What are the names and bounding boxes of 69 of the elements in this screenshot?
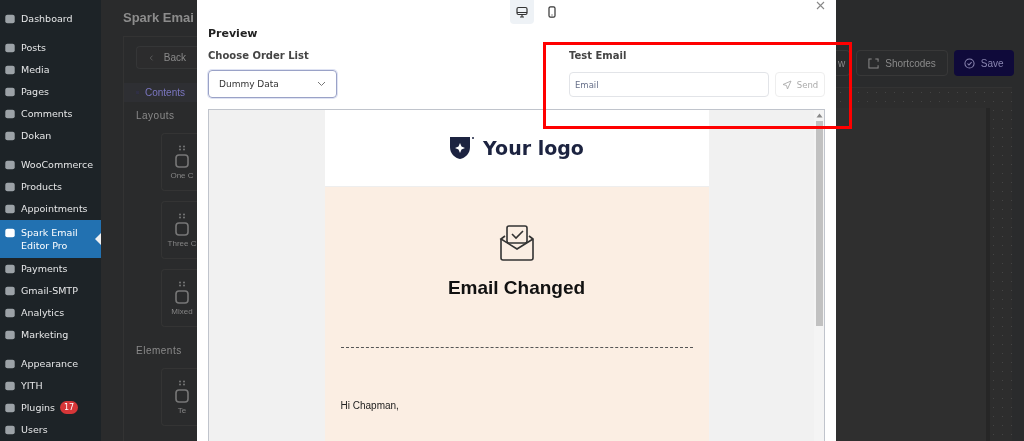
menu-icon: [4, 380, 16, 392]
sidebar-item[interactable]: Dokan: [0, 125, 101, 147]
page-title: Spark Emai: [123, 10, 195, 25]
sidebar-item[interactable]: Posts: [0, 37, 101, 59]
menu-icon: [4, 181, 16, 193]
back-button[interactable]: Back: [136, 46, 197, 69]
close-icon[interactable]: [816, 1, 825, 10]
menu-icon: [4, 13, 16, 25]
menu-icon: [4, 108, 16, 120]
layout-icon: [175, 221, 189, 236]
sidebar-item[interactable]: Analytics: [0, 302, 101, 324]
menu-icon: [4, 64, 16, 76]
menu-icon: [4, 307, 16, 319]
sidebar-item[interactable]: Comments: [0, 103, 101, 125]
menu-icon: [4, 424, 16, 436]
drag-handle-icon: [176, 280, 188, 287]
email-greeting: Hi Chapman,: [340, 400, 399, 411]
menu-icon: [4, 203, 16, 215]
sidebar-item[interactable]: Media: [0, 59, 101, 81]
sidebar-item[interactable]: Appearance: [0, 353, 101, 375]
field-label: Choose Order List: [208, 50, 310, 61]
layout-icon: [175, 153, 189, 168]
sidebar-item[interactable]: Payments: [0, 258, 101, 280]
scroll-up-arrow-icon[interactable]: [815, 113, 823, 118]
sidebar-item[interactable]: Dashboard: [0, 8, 101, 30]
menu-icon: [4, 227, 16, 239]
phone-icon: [545, 6, 558, 18]
order-list-dropdown[interactable]: Dummy Data: [208, 70, 337, 98]
sidebar-item[interactable]: YITH: [0, 375, 101, 397]
menu-icon: [4, 358, 16, 370]
menu-icon: [4, 130, 16, 142]
check-circle-icon: [963, 57, 975, 69]
shield-logo-icon: [449, 136, 476, 160]
layout-icon: [175, 388, 189, 403]
sidebar-item[interactable]: WooCommerce: [0, 154, 101, 176]
drag-handle-icon: [176, 379, 188, 386]
sidebar-item[interactable]: Gmail-SMTP: [0, 280, 101, 302]
section-heading: Elements: [136, 345, 183, 356]
drag-handle-icon: [176, 212, 188, 219]
sidebar-item[interactable]: Users: [0, 419, 101, 441]
email-heading: Email Changed: [447, 277, 586, 299]
menu-icon: [4, 42, 16, 54]
bracket-icon: [868, 57, 880, 69]
sidebar-item[interactable]: Plugins 17: [0, 397, 101, 419]
paper-plane-icon: [781, 79, 792, 90]
logo-text: Your logo: [483, 137, 584, 159]
section-heading: Layouts: [136, 110, 176, 121]
sidebar-item[interactable]: Pages: [0, 81, 101, 103]
sidebar-item[interactable]: Products: [0, 176, 101, 198]
monitor-icon: [515, 6, 528, 18]
menu-icon: [4, 329, 16, 341]
menu-icon: [4, 402, 16, 414]
menu-icon: [4, 285, 16, 297]
field-label: Test Email: [569, 50, 628, 61]
layout-icon: [175, 289, 189, 304]
sidebar-item[interactable]: Marketing: [0, 324, 101, 346]
menu-icon: [4, 159, 16, 171]
shortcodes-button[interactable]: Shortcodes: [856, 50, 948, 76]
drag-handle-icon: [176, 144, 188, 151]
sidebar-item[interactable]: Appointments: [0, 198, 101, 220]
email-input[interactable]: Email: [569, 72, 769, 97]
update-count-badge: 17: [60, 401, 79, 414]
save-button[interactable]: Save: [953, 50, 1014, 76]
menu-icon: [4, 263, 16, 275]
menu-icon: [4, 86, 16, 98]
chevron-down-icon: [317, 81, 326, 87]
sidebar-item[interactable]: Spark Email Editor Pro: [0, 220, 101, 258]
view-mode-toggle[interactable]: [509, 0, 534, 24]
dialog-title: Preview: [208, 27, 259, 40]
